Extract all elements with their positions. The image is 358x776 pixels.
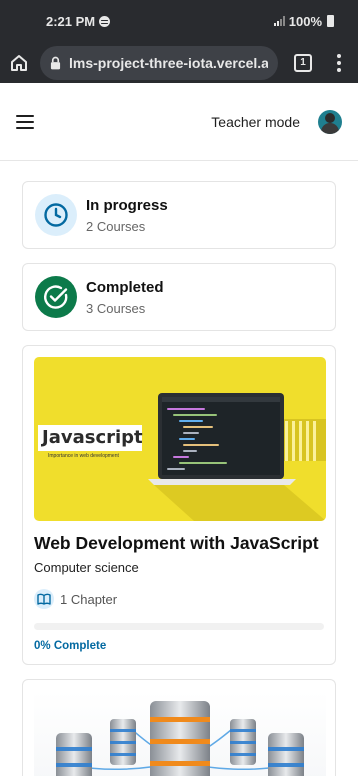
- status-time: 2:21 PM: [46, 13, 96, 29]
- clock-icon: [35, 194, 77, 236]
- app-header: Teacher mode: [0, 83, 358, 161]
- course-progress-bar: [34, 623, 324, 630]
- chapter-count: 1 Chapter: [60, 591, 118, 607]
- thumbnail-heading: Javascript: [42, 427, 143, 448]
- in-progress-title: In progress: [86, 196, 168, 214]
- check-circle-icon: [35, 276, 77, 318]
- status-right: 100%: [273, 13, 334, 29]
- battery-icon: [327, 15, 334, 27]
- completed-count: 3 Courses: [86, 300, 146, 316]
- browser-menu-icon[interactable]: [332, 53, 346, 72]
- course-card[interactable]: Javascript Importance in web development…: [22, 345, 336, 665]
- course-progress-label: 0% Complete: [34, 640, 107, 652]
- completed-card: Completed 3 Courses: [22, 263, 336, 331]
- tab-switcher-button[interactable]: 1: [294, 53, 312, 72]
- book-open-icon: [34, 589, 54, 609]
- course-title[interactable]: Web Development with JavaScript: [34, 533, 324, 554]
- battery-percent: 100%: [288, 13, 322, 29]
- status-time-group: 2:21 PM: [46, 13, 111, 29]
- url-text: lms-project-three-iota.vercel.app: [69, 54, 268, 71]
- completed-title: Completed: [86, 278, 164, 296]
- signal-icon: [273, 16, 285, 26]
- dashboard: In progress 2 Courses Completed 3 Course…: [0, 161, 358, 776]
- chapter-info: 1 Chapter: [34, 589, 324, 609]
- course-thumbnail[interactable]: Javascript Importance in web development: [34, 357, 326, 521]
- lock-icon: [50, 56, 61, 69]
- url-bar[interactable]: lms-project-three-iota.vercel.app: [40, 45, 278, 80]
- teacher-mode-button[interactable]: Teacher mode: [211, 114, 300, 130]
- course-category: Computer science: [34, 560, 139, 575]
- in-progress-count: 2 Courses: [86, 218, 146, 234]
- status-bar: 2:21 PM 100%: [0, 0, 358, 42]
- hamburger-menu-icon[interactable]: [16, 114, 34, 129]
- thumbnail-tagline: Importance in web development: [48, 453, 119, 459]
- home-icon[interactable]: [8, 52, 30, 74]
- course-thumbnail[interactable]: [34, 691, 326, 776]
- browser-bar: lms-project-three-iota.vercel.app 1: [0, 42, 358, 83]
- in-progress-card: In progress 2 Courses: [22, 181, 336, 249]
- avatar[interactable]: [318, 109, 342, 134]
- course-card[interactable]: [22, 679, 336, 776]
- spotify-icon: [99, 15, 111, 27]
